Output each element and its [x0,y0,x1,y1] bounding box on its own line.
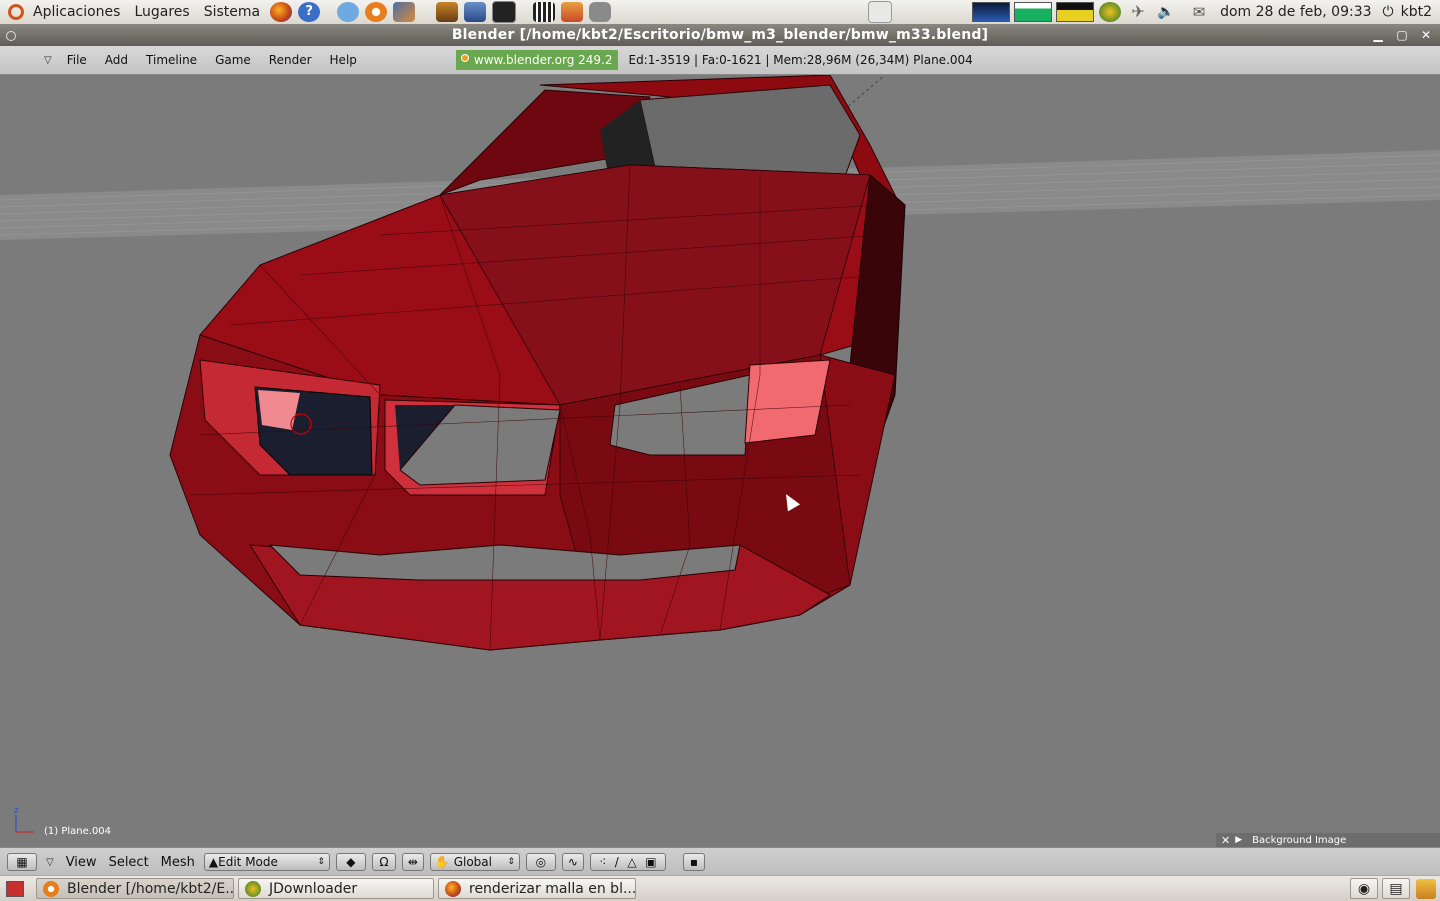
memory-monitor-icon[interactable] [1014,2,1053,22]
wizard-launcher-icon[interactable] [464,2,487,22]
window-menu-icon[interactable] [6,31,16,41]
minimize-icon[interactable]: ▁ [1370,28,1386,42]
terminal-launcher-icon[interactable] [492,1,517,23]
jdownloader-icon [245,880,261,897]
face-select-icon[interactable]: △ [627,854,636,870]
widget-button[interactable]: ⇹ [401,853,424,871]
blender-launcher-icon[interactable] [365,2,388,22]
blender-info-header: ▽ File Add Timeline Game Render Help www… [0,46,1440,75]
menu-mesh[interactable]: Mesh [155,855,201,870]
menu-game[interactable]: Game [206,53,260,67]
3d-viewport[interactable]: z (1) Plane.004 ✕ ▶ Background Image [0,75,1440,847]
network-monitor-icon[interactable] [1056,2,1095,22]
firefox-launcher-icon[interactable] [270,2,293,22]
menu-add[interactable]: Add [96,53,137,67]
dropdown-arrow-icon-2: ⇕ [507,857,515,867]
clipboard-icon[interactable] [868,1,893,23]
viewport-canvas[interactable]: z [0,75,1440,847]
render-preview-button[interactable]: ▪ [682,853,705,871]
task-firefox[interactable]: renderizar malla en bl... [438,878,636,899]
select-mode-group[interactable]: ⁖ / △ ▣ [589,853,666,871]
network-tray-icon[interactable]: ✈ [1127,2,1149,22]
ubuntu-logo-icon[interactable] [8,4,24,20]
window-title: Blender [/home/kbt2/Escritorio/bmw_m3_bl… [451,27,989,43]
menu-view[interactable]: View [60,855,103,870]
menu-render[interactable]: Render [260,53,321,67]
hand-icon: ✋ [434,855,450,869]
photo-launcher-icon[interactable] [561,2,584,22]
task-jdownloader-label: JDownloader [269,880,358,897]
dropdown-arrow-icon: ⇕ [317,857,325,867]
workspace-1[interactable]: ◉ [1350,878,1378,899]
taskbar: Blender [/home/kbt2/E... JDownloader ren… [0,875,1440,901]
edit-mode-icon: ▲ [208,855,219,869]
header-collapse-icon-2[interactable]: ▽ [46,857,54,868]
axis-gizmo: z [14,806,34,833]
proportional-edit-button[interactable]: ◎ [525,853,556,871]
panel-expand-icon[interactable]: ▶ [1235,835,1242,845]
task-jdownloader[interactable]: JDownloader [238,878,434,899]
header-collapse-icon[interactable]: ▽ [44,55,52,66]
firefox-icon [445,880,461,897]
blender-version-badge[interactable]: www.blender.org 249.2 [455,50,619,70]
video-editor-launcher-icon[interactable] [533,2,556,22]
menu-lugares[interactable]: Lugares [127,0,196,24]
falloff-button[interactable]: ∿ [561,853,584,871]
help-launcher-icon[interactable]: ? [298,2,321,22]
background-image-panel[interactable]: ✕ ▶ Background Image [1216,833,1440,847]
workspace-2[interactable]: ▤ [1382,878,1410,899]
trash-icon[interactable] [1416,878,1436,899]
cpu-monitor-icon[interactable] [972,2,1011,22]
window-title-bar[interactable]: Blender [/home/kbt2/Escritorio/bmw_m3_bl… [0,24,1440,46]
occlude-icon[interactable]: ▣ [645,854,656,870]
menu-select[interactable]: Select [103,855,155,870]
background-image-label: Background Image [1252,834,1347,846]
panel-close-icon[interactable]: ✕ [1221,834,1230,847]
menu-file[interactable]: File [58,53,96,67]
mode-selector[interactable]: ▲Edit Mode ⇕ [203,853,330,871]
jdownloader-tray-icon[interactable] [1099,2,1122,22]
menu-sistema[interactable]: Sistema [197,0,267,24]
menu-timeline[interactable]: Timeline [137,53,206,67]
close-icon[interactable]: ✕ [1418,28,1434,42]
orientation-selector[interactable]: ✋ Global ⇕ [429,853,520,871]
maximize-icon[interactable]: ▢ [1394,28,1410,42]
clock[interactable]: dom 28 de feb, 09:33 [1213,0,1378,24]
task-firefox-label: renderizar malla en bl... [469,880,636,897]
messenger-launcher-icon[interactable] [337,2,360,22]
mail-icon[interactable]: ✉ [1188,2,1210,22]
task-blender-label: Blender [/home/kbt2/E... [67,880,234,897]
blender-icon [43,880,59,897]
active-object-label: (1) Plane.004 [44,826,112,837]
orientation-value: Global [453,855,492,869]
power-icon[interactable]: ⏻ [1379,0,1401,24]
menu-aplicaciones[interactable]: Aplicaciones [26,0,127,24]
axis-z-label: z [14,806,19,816]
top-panel: Aplicaciones Lugares Sistema ? ✈ 🔈 ✉ dom… [0,0,1440,25]
volume-icon[interactable]: 🔈 [1155,2,1177,22]
3d-view-header: ▦ ▽ View Select Mesh ▲Edit Mode ⇕ ◆ Ω ⇹ ✋… [0,847,1440,876]
task-blender[interactable]: Blender [/home/kbt2/E... [36,878,234,899]
paint-launcher-icon[interactable] [393,2,416,22]
game-launcher-icon[interactable] [436,2,459,22]
show-desktop-icon[interactable] [6,880,24,897]
gimp-launcher-icon[interactable] [589,2,612,22]
pivot-button[interactable]: Ω [371,853,396,871]
user-name[interactable]: kbt2 [1401,0,1440,24]
vertex-select-icon[interactable]: ⁖ [599,854,606,870]
edge-select-icon[interactable]: / [615,854,619,870]
scene-stats: Ed:1-3519 | Fa:0-1621 | Mem:28,96M (26,3… [628,53,973,67]
mode-value: Edit Mode [218,855,278,869]
draw-type-button[interactable]: ◆ [335,853,366,871]
menu-help[interactable]: Help [321,53,366,67]
car-mesh[interactable] [169,75,906,651]
editor-type-icon[interactable]: ▦ [7,853,37,871]
